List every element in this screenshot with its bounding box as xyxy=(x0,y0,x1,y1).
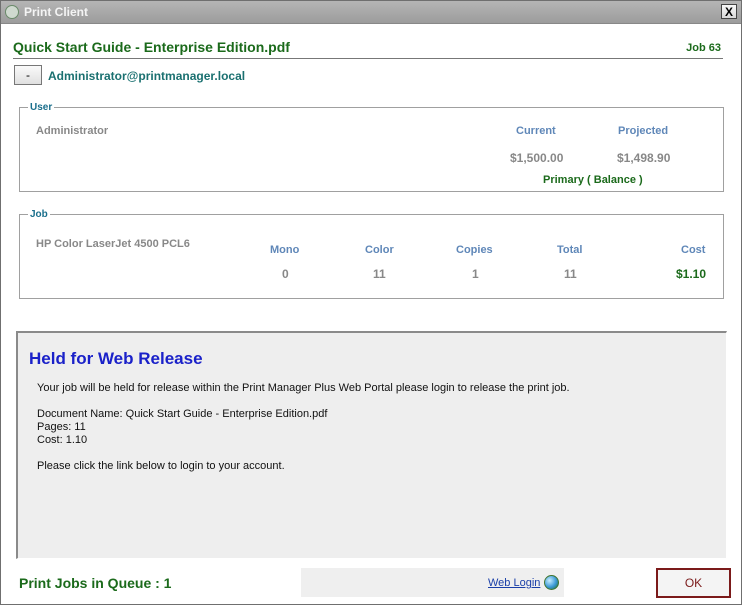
color-header: Color xyxy=(365,244,394,256)
projected-balance: $1,498.90 xyxy=(617,151,671,165)
copies-header: Copies xyxy=(456,244,493,256)
held-pages: Pages: 11 xyxy=(37,421,86,433)
title-bar[interactable]: Print Client X xyxy=(1,1,741,24)
held-instruction: Please click the link below to login to … xyxy=(37,460,285,472)
ok-button[interactable]: OK xyxy=(656,568,731,598)
globe-icon[interactable] xyxy=(544,575,559,590)
job-legend: Job xyxy=(30,209,48,220)
total-value: 11 xyxy=(564,267,577,281)
mono-header: Mono xyxy=(270,244,300,256)
app-icon xyxy=(5,5,19,19)
current-balance: $1,500.00 xyxy=(510,151,564,165)
account-email: Administrator@printmanager.local xyxy=(48,69,246,83)
web-login-link[interactable]: Web Login xyxy=(488,577,540,589)
queue-count: Print Jobs in Queue : 1 xyxy=(19,575,172,591)
current-header: Current xyxy=(516,125,556,137)
header-divider xyxy=(13,58,723,59)
printer-name: HP Color LaserJet 4500 PCL6 xyxy=(36,238,190,250)
cost-value: $1.10 xyxy=(676,267,707,281)
held-message: Your job will be held for release within… xyxy=(37,382,570,394)
web-login-bar: Web Login xyxy=(301,568,564,597)
user-legend: User xyxy=(30,102,53,113)
user-name: Administrator xyxy=(36,125,109,137)
document-title: Quick Start Guide - Enterprise Edition.p… xyxy=(13,39,290,55)
held-heading: Held for Web Release xyxy=(29,349,203,368)
print-client-window: Print Client X Quick Start Guide - Enter… xyxy=(0,0,742,605)
color-value: 11 xyxy=(373,267,386,281)
job-number: Job 63 xyxy=(686,42,721,54)
total-header: Total xyxy=(557,244,583,256)
held-panel: Held for Web Release Your job will be he… xyxy=(16,331,727,559)
account-type: Primary ( Balance ) xyxy=(543,174,643,186)
mono-value: 0 xyxy=(282,267,289,281)
held-cost: Cost: 1.10 xyxy=(37,434,88,446)
projected-header: Projected xyxy=(618,125,669,137)
window-title: Print Client xyxy=(24,5,89,19)
copies-value: 1 xyxy=(472,267,479,281)
held-document: Document Name: Quick Start Guide - Enter… xyxy=(37,408,328,420)
close-button[interactable]: X xyxy=(721,4,737,19)
cost-header: Cost xyxy=(681,244,706,256)
collapse-button[interactable]: - xyxy=(14,65,42,85)
